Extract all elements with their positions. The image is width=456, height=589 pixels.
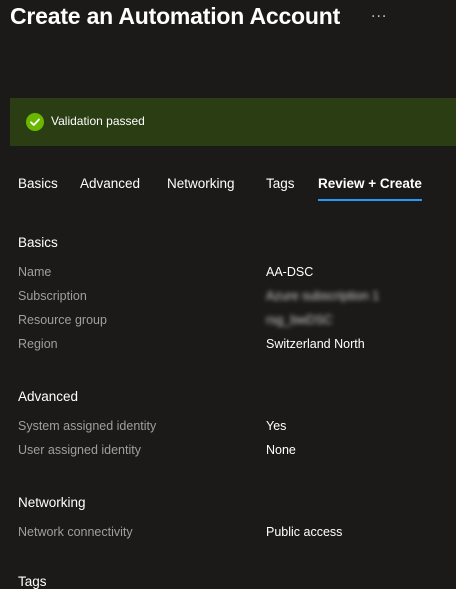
tab-review-create[interactable]: Review + Create (318, 176, 422, 201)
label-system-assigned-identity: System assigned identity (18, 419, 157, 433)
check-circle-icon (26, 113, 44, 131)
section-title-basics: Basics (18, 235, 58, 250)
tab-networking[interactable]: Networking (167, 176, 235, 199)
value-system-assigned-identity: Yes (266, 419, 287, 433)
value-user-assigned-identity: None (266, 443, 296, 457)
value-network-connectivity: Public access (266, 525, 343, 539)
tab-tags[interactable]: Tags (266, 176, 295, 199)
label-resource-group: Resource group (18, 313, 107, 327)
value-resource-group: rsg_bwDSC (266, 313, 333, 327)
section-title-advanced: Advanced (18, 389, 79, 404)
page-title: Create an Automation Account (10, 3, 341, 29)
validation-message: Validation passed (51, 114, 145, 128)
validation-banner: Validation passed (10, 98, 456, 146)
tab-bar: Basics Advanced Networking Tags Review +… (0, 176, 456, 206)
value-name: AA-DSC (266, 265, 314, 279)
label-region: Region (18, 337, 58, 351)
value-region: Switzerland North (266, 337, 365, 351)
section-title-tags: Tags (18, 574, 47, 589)
label-network-connectivity: Network connectivity (18, 525, 133, 539)
label-user-assigned-identity: User assigned identity (18, 443, 141, 457)
section-title-networking: Networking (18, 495, 86, 510)
tab-advanced[interactable]: Advanced (80, 176, 140, 199)
tab-basics[interactable]: Basics (18, 176, 58, 199)
label-name: Name (18, 265, 52, 279)
value-subscription: Azure subscription 1 (266, 289, 380, 303)
more-options-ellipsis-icon[interactable]: ··· (371, 9, 387, 25)
label-subscription: Subscription (18, 289, 87, 303)
